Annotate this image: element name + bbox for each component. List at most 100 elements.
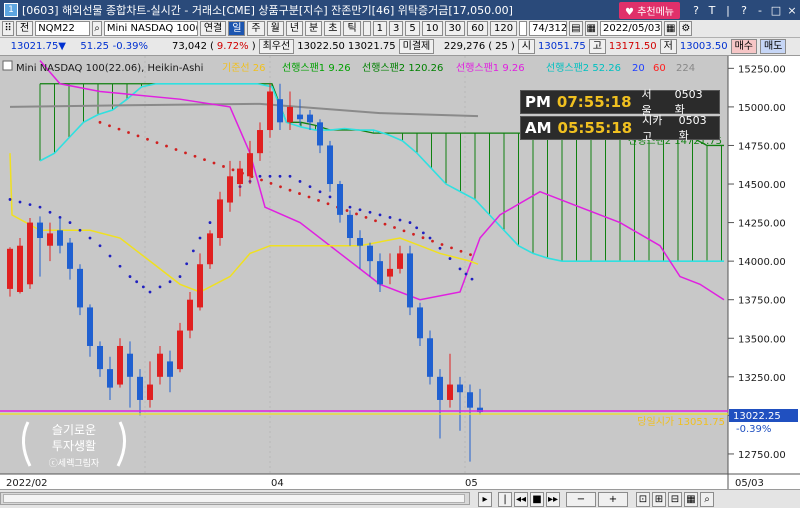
period-minute-button[interactable]: 분 xyxy=(305,21,323,36)
scroll-thumb[interactable] xyxy=(3,494,465,503)
unfilled: 229,276 xyxy=(443,41,486,52)
question-icon[interactable]: ? xyxy=(736,4,752,17)
divider xyxy=(362,21,371,36)
period-year-button[interactable]: 년 xyxy=(285,21,304,36)
interval-10-button[interactable]: 10 xyxy=(421,21,443,36)
minimize-button[interactable]: - xyxy=(752,4,768,17)
ma20-dot xyxy=(198,236,202,240)
grid-icon[interactable]: ⊞ xyxy=(652,492,666,507)
maximize-button[interactable]: □ xyxy=(768,4,784,17)
table-icon[interactable]: ▦ xyxy=(684,492,698,507)
count-field[interactable]: 74/312 xyxy=(529,21,568,36)
menu-button[interactable]: 전 xyxy=(16,21,34,36)
period-week-button[interactable]: 주 xyxy=(247,21,265,36)
ma20-dot xyxy=(191,249,195,253)
candle-body xyxy=(157,353,163,377)
legend-item-7: 224 xyxy=(676,63,695,74)
ma20-dot xyxy=(258,174,262,178)
window-title: [0603] 해외선물 종합차트-실시간 - 거래소[CME] 상품구분[지수]… xyxy=(22,4,513,17)
date-field[interactable]: 2022/05/03 xyxy=(599,21,662,36)
interval-3-button[interactable]: 3 xyxy=(389,21,404,36)
ma60-dot xyxy=(469,253,472,257)
stop-icon[interactable]: ■ xyxy=(530,492,544,507)
zoom-in-icon[interactable]: + xyxy=(598,492,628,507)
low-price: 13003.50 xyxy=(679,41,728,52)
split-icon[interactable]: ⊟ xyxy=(668,492,682,507)
period-tick-button[interactable]: 틱 xyxy=(343,21,361,36)
buy-button[interactable]: 매수 xyxy=(730,39,757,54)
ma20-dot xyxy=(8,198,12,201)
ma60-dot xyxy=(117,127,121,131)
ma20-dot xyxy=(18,200,22,204)
scroll-end-icon[interactable]: | xyxy=(498,492,512,507)
candle-body xyxy=(117,345,123,385)
text-icon[interactable]: T xyxy=(704,4,720,17)
settings-icon[interactable]: ⚙ xyxy=(679,21,693,36)
current-rate-tag: -0.39% xyxy=(736,424,771,435)
search-icon[interactable]: ⌕ xyxy=(92,21,102,36)
calendar-icon[interactable]: ▦ xyxy=(663,21,678,36)
recommend-menu-button[interactable]: ♥ 추천메뉴 xyxy=(619,1,680,19)
interval-120-button[interactable]: 120 xyxy=(489,21,518,36)
ma60-dot xyxy=(222,165,225,168)
ma60-dot xyxy=(98,120,102,124)
close-button[interactable]: × xyxy=(784,4,800,17)
grip-icon[interactable]: ⠿ xyxy=(2,21,14,36)
scroll-right-icon[interactable]: ▸ xyxy=(478,492,492,507)
unfilled-change: 25 xyxy=(495,41,508,52)
candle-body xyxy=(457,384,463,393)
candle-body xyxy=(87,307,93,346)
ma20-dot xyxy=(438,246,442,250)
candle-body xyxy=(417,307,423,339)
candle-body xyxy=(137,376,143,400)
current-price: 13021.75▼ xyxy=(10,41,66,52)
ma20-dot xyxy=(135,280,139,284)
unfilled-open: ( xyxy=(488,41,493,52)
blank-field[interactable] xyxy=(519,21,528,36)
scroll-track[interactable] xyxy=(0,492,470,505)
rewind-icon[interactable]: ◂◂ xyxy=(514,492,528,507)
ma20-dot xyxy=(368,210,372,214)
forward-icon[interactable]: ▸▸ xyxy=(546,492,560,507)
period-connect-button[interactable]: 연결 xyxy=(199,21,227,36)
symbol-code-input[interactable]: NQM22 xyxy=(35,21,91,36)
toolbar: ⠿ 전 NQM22 ⌕ Mini NASDAQ 100(22.06) 연결 일 … xyxy=(0,20,800,38)
high-label: 고 xyxy=(588,39,606,54)
watermark-line1: 슬기로운 xyxy=(52,423,96,437)
sell-button[interactable]: 매도 xyxy=(759,39,787,54)
candle-body xyxy=(317,122,323,146)
zoom-icon[interactable]: ⌕ xyxy=(700,492,714,507)
interval-1-button[interactable]: 1 xyxy=(372,21,388,36)
help-icon[interactable]: ? xyxy=(688,4,704,17)
ma20-dot xyxy=(358,208,362,212)
ma60-dot xyxy=(355,212,358,216)
separator-icon: | xyxy=(726,3,730,17)
zoom-out-icon[interactable]: − xyxy=(566,492,596,507)
ma20-dot xyxy=(464,272,468,276)
ma60-dot xyxy=(364,215,368,219)
ma20-dot xyxy=(141,285,145,289)
ma20-dot xyxy=(470,277,474,281)
legend-item-4: 선행스팬2 52.26 xyxy=(546,62,621,74)
reset-icon[interactable]: ⊡ xyxy=(636,492,650,507)
interval-60-button[interactable]: 60 xyxy=(467,21,488,36)
ma60-dot xyxy=(431,239,434,243)
list-icon[interactable]: ▦ xyxy=(584,21,598,36)
ma20-dot xyxy=(88,236,92,240)
ma20-dot xyxy=(208,221,212,224)
period-day-button[interactable]: 일 xyxy=(228,21,246,36)
open-line-label: 당일시가 13051.75 xyxy=(637,416,725,428)
clock-chicago-ampm: AM xyxy=(525,119,552,137)
y-tick-label: 15000.00 xyxy=(738,103,786,114)
ma60-dot xyxy=(269,182,273,185)
candle-body xyxy=(217,199,223,239)
legend-toggle-icon[interactable] xyxy=(2,60,13,71)
period-month-button[interactable]: 월 xyxy=(266,21,284,36)
interval-30-button[interactable]: 30 xyxy=(444,21,466,36)
period-second-button[interactable]: 초 xyxy=(324,21,342,36)
interval-5-button[interactable]: 5 xyxy=(405,21,420,36)
lock-icon[interactable]: ▤ xyxy=(569,21,583,36)
ma20-dot xyxy=(328,195,332,199)
clock-chicago: AM 05:55:18 시카고 0503 화 xyxy=(520,114,720,143)
ma20-dot xyxy=(268,174,272,178)
